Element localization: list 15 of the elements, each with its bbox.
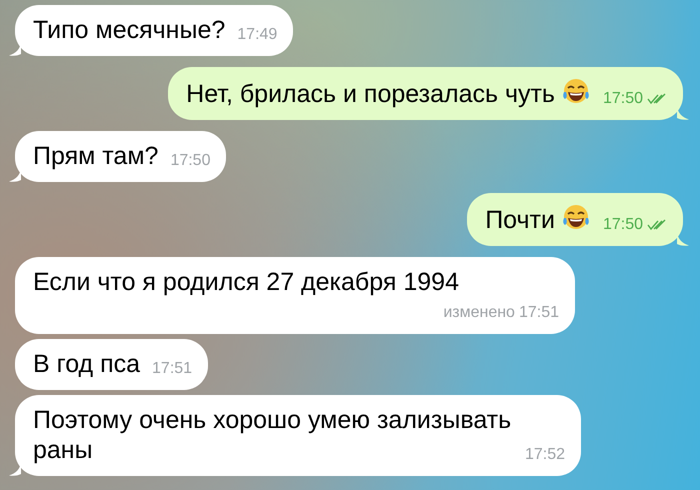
message-time: 17:50: [170, 151, 210, 171]
message-time: 17:51: [152, 359, 192, 379]
message-text: Почти: [485, 206, 555, 234]
message-text: Нет, брилась и порезалась чуть: [186, 80, 555, 108]
message-time: 17:51: [518, 303, 559, 323]
edited-label: изменено: [443, 303, 515, 323]
message-text: В год пса: [33, 349, 140, 379]
message-time: 17:52: [525, 445, 566, 465]
message-time: 17:49: [237, 25, 278, 45]
message-text: Прям там?: [33, 141, 158, 171]
message-time: 17:50: [602, 215, 643, 235]
message-text: Поэтому очень хорошо умею зализывать раны: [33, 405, 512, 465]
message-text: Типо месячные?: [33, 15, 226, 45]
message-text: Если что я родился 27 декабря 1994: [33, 267, 459, 297]
message-time: 17:50: [602, 89, 643, 109]
